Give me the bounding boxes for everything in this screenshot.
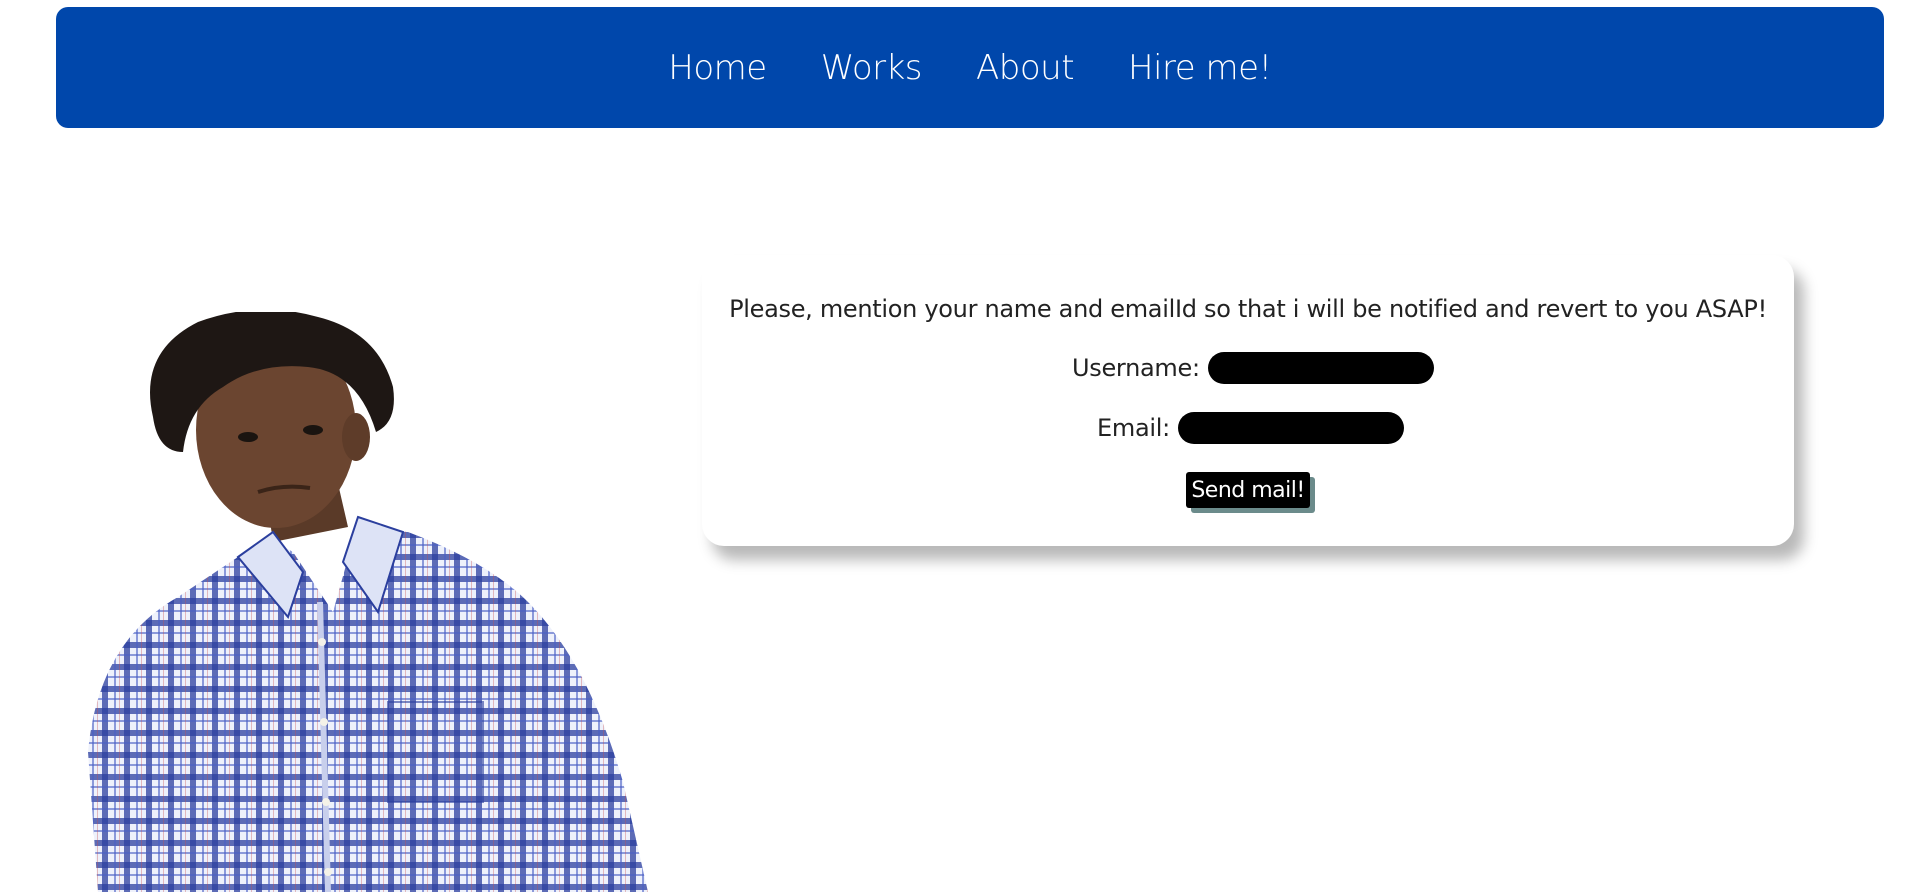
- email-label: Email:: [1097, 414, 1170, 442]
- send-button-wrapper: Send mail!: [1186, 472, 1315, 513]
- email-row: Email:: [1097, 412, 1404, 444]
- profile-photo: [88, 312, 648, 892]
- email-input[interactable]: [1177, 412, 1404, 444]
- nav-hire-me-link[interactable]: Hire me!: [1128, 48, 1272, 88]
- send-mail-button[interactable]: Send mail!: [1186, 472, 1310, 508]
- page: Home Works About Hire me! Please, mentio…: [0, 0, 1911, 892]
- username-label: Username:: [1072, 354, 1200, 382]
- nav-about-link[interactable]: About: [976, 48, 1075, 88]
- username-row: Username:: [1072, 352, 1434, 384]
- username-input[interactable]: [1207, 352, 1434, 384]
- nav-home-link[interactable]: Home: [668, 48, 767, 88]
- contact-card: Please, mention your name and emailId so…: [702, 255, 1794, 546]
- contact-message: Please, mention your name and emailId so…: [729, 295, 1767, 323]
- top-navbar: Home Works About Hire me!: [56, 7, 1884, 128]
- nav-works-link[interactable]: Works: [821, 48, 923, 88]
